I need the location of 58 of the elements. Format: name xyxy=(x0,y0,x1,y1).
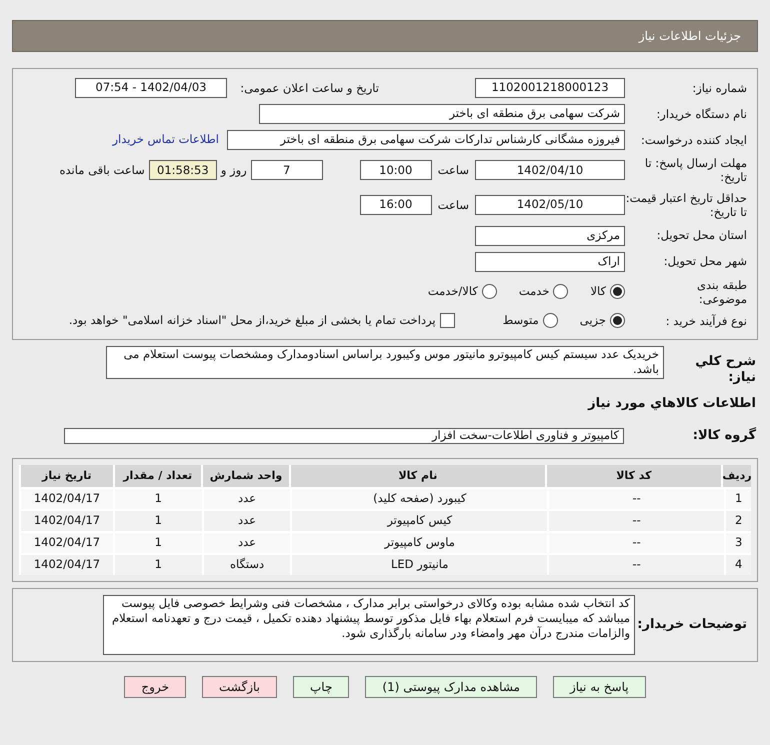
validity-time-field: 16:00 xyxy=(360,195,432,216)
deadline-time-field: 10:00 xyxy=(360,160,432,180)
radio-label: متوسط xyxy=(502,312,539,330)
buyer-field: شرکت سهامی برق منطقه ای باختر xyxy=(259,104,625,124)
province-field: مرکزی xyxy=(475,226,625,246)
field-label: نام دستگاه خریدار: xyxy=(655,106,747,122)
field-label: توضیحات خریدار: xyxy=(636,616,747,633)
field-label: شهر محل تحویل: xyxy=(662,254,747,269)
action-button[interactable]: چاپ xyxy=(293,676,350,698)
field-label: گروه کالا: xyxy=(692,428,756,444)
radio-label: جزیی xyxy=(580,312,606,330)
section-heading: اطلاعات کالاهاي مورد نیاز xyxy=(586,395,756,413)
remaining-time-field: 01:58:53 xyxy=(148,160,217,180)
time-label: ساعت xyxy=(438,196,469,214)
field-label: شرح کلي نیاز: xyxy=(694,354,756,386)
deadline-date-field: 1402/04/10 xyxy=(475,160,625,180)
radio-label: کالا/خدمت xyxy=(428,283,478,300)
city-field: اراک xyxy=(475,252,625,272)
table-cell: 1402/04/17 xyxy=(19,554,113,575)
days-label: روز و xyxy=(220,162,247,179)
action-button[interactable]: پاسخ به نیاز xyxy=(552,676,646,698)
goods-group-field: کامپیوتر و فناوری اطلاعات-سخت افزار xyxy=(64,428,624,444)
radio-button[interactable] xyxy=(542,313,558,328)
field-label: حداقل تاریخ اعتبار قیمت: تا تاریخ: xyxy=(625,190,747,220)
field-label: استان محل تحویل: xyxy=(656,228,747,243)
description-field: خریدیک عدد سیستم کیس کامپیوترو مانیتور موس وکیبورد براساس اسنادومدارک ومشخصات پیوست استعلام می باشد. xyxy=(106,346,664,379)
requester-field: فیروزه مشگانی کارشناس تدارکات شرکت سهامی برق منطقه ای باختر xyxy=(227,130,625,150)
header-bar: جزئیات اطلاعات نیاز xyxy=(12,20,758,52)
action-button[interactable]: بازگشت xyxy=(202,676,277,698)
radio-label: کالا xyxy=(590,283,606,300)
table-cell: مانیتور LED xyxy=(290,554,548,575)
table-cell: دستگاه xyxy=(202,554,290,575)
buyer-notes-field: کد انتخاب شده مشابه بوده وکالای درخواستی برابر مدارک ، مشخصات فنی وشرایط خصوصی فایل پیوست میباشد که میبایست فرم استعلام بهاء فایل مذکور توسط پیشنهاد دهنده تکمیل ، قیمت درج و تعهدنامه استعلام والزامات مندرج درآن مهر وامضاء ودر سامانه بارگذاری شود. xyxy=(103,594,635,655)
remaining-label: ساعت باقی مانده xyxy=(60,162,145,179)
radio-button[interactable] xyxy=(482,284,497,300)
checkbox-label: پرداخت تمام یا بخشی از مبلغ خرید،از محل "اسناد خزانه اسلامی" خواهد بود. xyxy=(68,312,436,330)
radio-label: خدمت xyxy=(518,283,550,300)
table-cell: 4 xyxy=(724,554,751,575)
contact-link[interactable]: اطلاعات تماس خریدار xyxy=(112,131,219,149)
action-button[interactable]: مشاهده مدارک پیوستی (1) xyxy=(365,676,537,698)
validity-date-field: 1402/05/10 xyxy=(475,195,625,216)
radio-button[interactable] xyxy=(553,284,568,300)
field-label: مهلت ارسال پاسخ: تا تاریخ: xyxy=(644,156,747,185)
field-label: نوع فرآیند خرید : xyxy=(664,314,747,328)
table-cell: 1 xyxy=(112,554,202,575)
table-cell: -- xyxy=(547,554,724,575)
radio-button[interactable] xyxy=(610,284,625,300)
checkbox[interactable] xyxy=(440,313,455,328)
time-label: ساعت xyxy=(438,162,469,179)
need-number-field: 1102001218000123 xyxy=(475,78,625,98)
days-field: 7 xyxy=(250,160,323,180)
field-label: طبقه بندی موضوعی: xyxy=(696,278,747,306)
announce-date-field: 1402/04/03 - 07:54 xyxy=(75,78,227,98)
action-button[interactable]: خروج xyxy=(124,676,186,698)
field-label: تاریخ و ساعت اعلان عمومی: xyxy=(239,80,379,96)
radio-button[interactable] xyxy=(610,313,625,328)
field-label: شماره نیاز: xyxy=(691,80,747,96)
field-label: ایجاد کننده درخواست: xyxy=(640,132,747,148)
